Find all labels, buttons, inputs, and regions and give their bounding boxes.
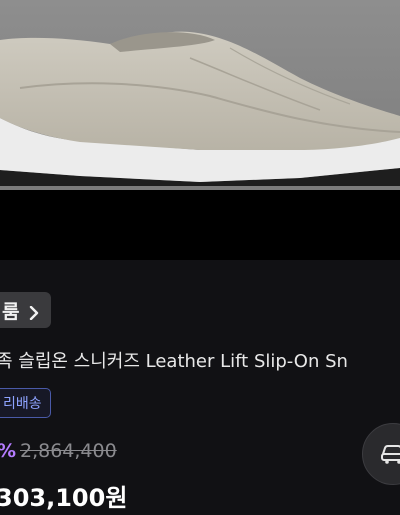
delivery-badge: 리배송 bbox=[0, 388, 51, 418]
discount-rate: % bbox=[0, 440, 16, 462]
sale-price: 303,100원 bbox=[0, 484, 128, 512]
image-divider bbox=[0, 190, 400, 260]
brand-link-label: 룸 bbox=[2, 300, 20, 323]
sneaker-illustration bbox=[0, 0, 400, 190]
product-image[interactable] bbox=[0, 0, 400, 190]
original-price: 2,864,400 bbox=[20, 440, 117, 462]
product-name: 족 슬립온 스니커즈 Leather Lift Slip-On Sn bbox=[0, 351, 348, 372]
brand-link-button[interactable]: 룸 bbox=[0, 292, 52, 328]
car-shopping-icon bbox=[378, 437, 400, 471]
product-detail-screen: 룸 족 슬립온 스니커즈 Leather Lift Slip-On Sn 리배송… bbox=[0, 0, 400, 515]
chevron-right-icon bbox=[27, 303, 41, 321]
product-info-panel bbox=[0, 260, 400, 515]
